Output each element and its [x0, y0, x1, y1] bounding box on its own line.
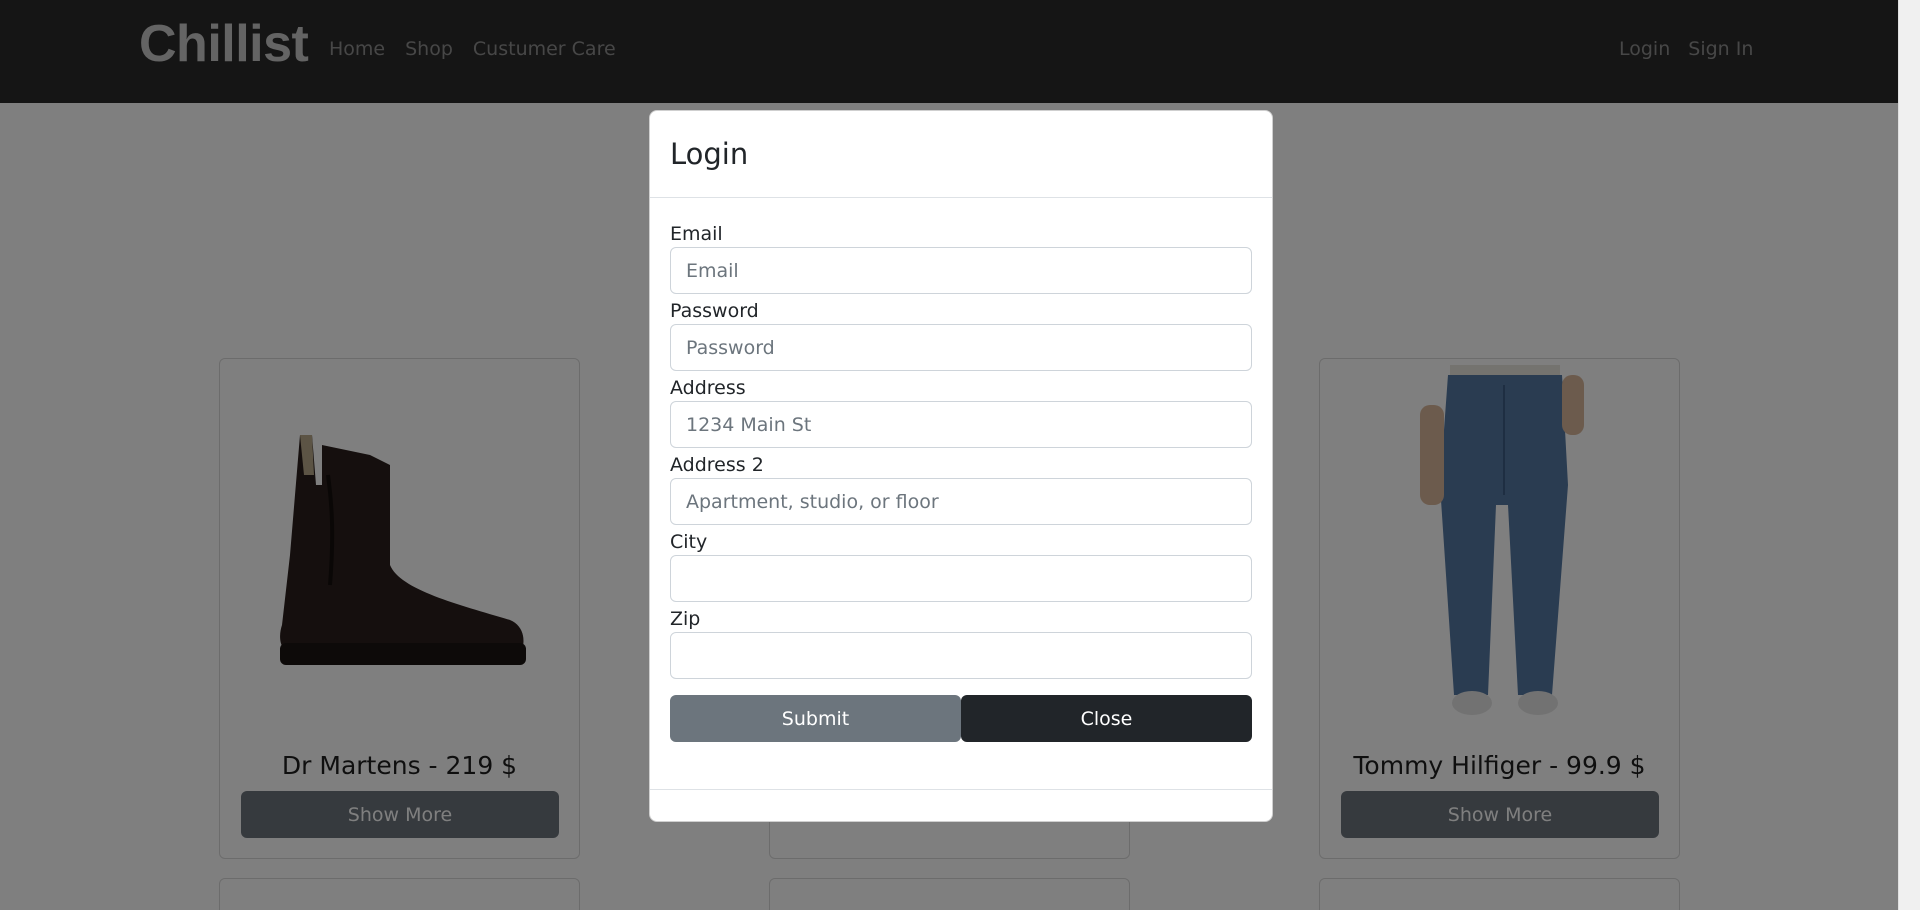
email-label: Email [670, 223, 723, 245]
address-label: Address [670, 377, 746, 399]
email-field[interactable] [670, 247, 1252, 294]
submit-button[interactable]: Submit [670, 695, 961, 742]
address2-label: Address 2 [670, 454, 764, 476]
modal-footer [650, 789, 1272, 821]
login-modal: Login Email Password Address Address 2 C… [649, 110, 1273, 822]
city-field[interactable] [670, 555, 1252, 602]
close-button[interactable]: Close [961, 695, 1252, 742]
city-label: City [670, 531, 708, 553]
zip-field[interactable] [670, 632, 1252, 679]
address-field[interactable] [670, 401, 1252, 448]
modal-button-row: Submit Close [670, 695, 1252, 742]
zip-label: Zip [670, 608, 701, 630]
modal-header: Login [650, 111, 1272, 198]
modal-body: Email Password Address Address 2 City Zi… [650, 198, 1272, 742]
address2-field[interactable] [670, 478, 1252, 525]
password-field[interactable] [670, 324, 1252, 371]
modal-title: Login [670, 137, 749, 171]
scrollbar[interactable] [1898, 0, 1920, 910]
page: Chillist Home Shop Custumer Care Login S… [0, 0, 1920, 910]
password-label: Password [670, 300, 759, 322]
